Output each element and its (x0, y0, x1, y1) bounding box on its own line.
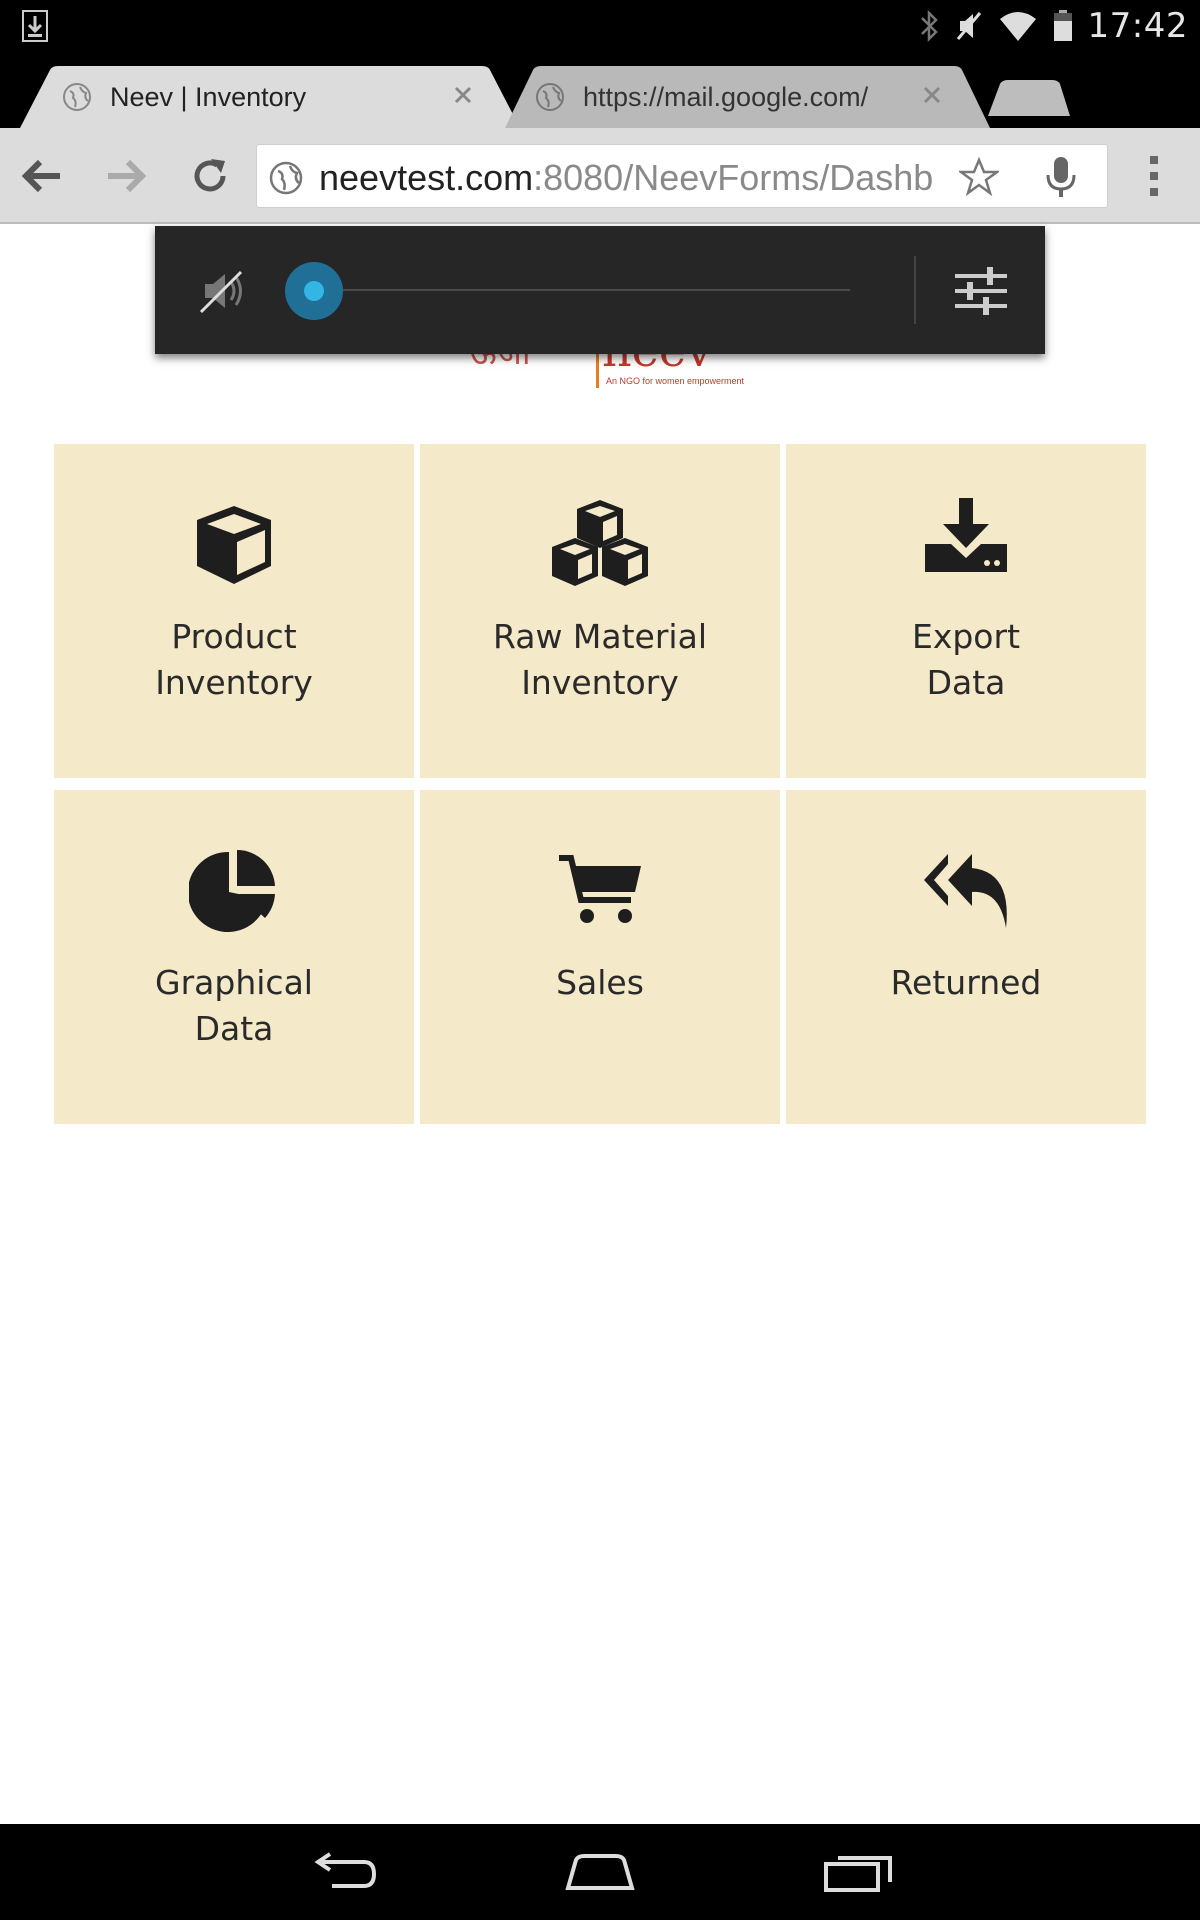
tab-strip: Neev | Inventory https://mail.google.com… (0, 52, 1200, 128)
tab-title: https://mail.google.com/ (583, 82, 869, 112)
tile-sales[interactable]: Sales (420, 790, 780, 1124)
home-nav-button[interactable] (560, 1846, 640, 1898)
tile-graphical-data[interactable]: Graphical Data (54, 790, 414, 1124)
volume-overlay (155, 226, 1045, 354)
tab-neev-inventory[interactable]: Neev | Inventory (20, 66, 520, 128)
menu-button[interactable] (1124, 146, 1184, 206)
globe-icon (269, 161, 303, 195)
tile-label-line1: Sales (556, 963, 644, 1002)
volume-muted-icon[interactable] (197, 266, 247, 316)
wifi-icon (999, 12, 1036, 41)
cubes-icon (552, 500, 648, 586)
tile-label-line2: Inventory (521, 663, 679, 702)
reply-all-icon (924, 854, 1007, 928)
volume-slider-thumb[interactable] (285, 262, 343, 320)
logo-tagline: An NGO for women empowerment (606, 376, 745, 386)
close-icon[interactable] (448, 80, 478, 110)
recents-nav-button[interactable] (818, 1846, 898, 1898)
sound-settings-icon[interactable] (953, 264, 1009, 318)
home-icon (565, 1854, 635, 1890)
overflow-menu-icon (1150, 156, 1158, 196)
back-nav-button[interactable] (304, 1846, 384, 1898)
tile-product-inventory[interactable]: Product Inventory (54, 444, 414, 778)
tile-label-line1: Export (911, 617, 1021, 656)
microphone-icon[interactable] (1041, 155, 1081, 199)
reload-button[interactable] (180, 146, 240, 206)
tab-gmail[interactable]: https://mail.google.com/ (505, 66, 990, 128)
mute-icon (956, 12, 981, 40)
clock: 17:42 (1087, 6, 1188, 46)
close-icon[interactable] (917, 80, 947, 110)
tile-label-line1: Raw Material (493, 617, 707, 656)
back-arrow-icon (21, 159, 60, 193)
back-button[interactable] (12, 146, 72, 206)
cube-icon (197, 506, 271, 584)
bookmark-star-icon[interactable] (959, 157, 999, 197)
tile-label-line1: Returned (890, 963, 1042, 1002)
reload-icon (194, 159, 226, 192)
bluetooth-icon (920, 9, 938, 43)
shopping-cart-icon (559, 855, 641, 923)
tile-label-line2: Data (926, 663, 1006, 702)
recents-icon (824, 1856, 892, 1892)
tile-label-line1: Product (171, 617, 297, 656)
url-text[interactable]: neevtest.com:8080/NeevForms/Dashb (319, 157, 959, 199)
address-bar[interactable]: neevtest.com:8080/NeevForms/Dashb (256, 144, 1108, 208)
tab-title: Neev | Inventory (110, 82, 307, 112)
back-icon (314, 1852, 377, 1888)
download-icon (22, 10, 48, 42)
new-tab-button[interactable] (988, 80, 1070, 116)
forward-arrow-icon (108, 159, 147, 193)
tile-label-line1: Graphical (155, 963, 313, 1002)
tile-raw-material-inventory[interactable]: Raw Material Inventory (420, 444, 780, 778)
pie-chart-icon (189, 849, 275, 932)
url-path: :8080/NeevForms/Dashb (533, 157, 934, 198)
navigation-bar (0, 1824, 1200, 1920)
battery-icon (1053, 10, 1072, 41)
forward-button[interactable] (96, 146, 156, 206)
globe-icon (536, 83, 564, 111)
globe-icon (63, 83, 91, 111)
volume-slider-track[interactable] (315, 289, 850, 291)
tile-returned[interactable]: Returned (786, 790, 1146, 1124)
status-bar: 17:42 (0, 0, 1200, 52)
tile-export-data[interactable]: Export Data (786, 444, 1146, 778)
url-host: neevtest.com (319, 157, 534, 198)
divider (914, 256, 916, 324)
tile-label-line2: Data (194, 1009, 274, 1048)
tile-label-line2: Inventory (155, 663, 313, 702)
browser-toolbar: neevtest.com:8080/NeevForms/Dashb (0, 128, 1200, 224)
download-tray-icon (925, 498, 1007, 572)
